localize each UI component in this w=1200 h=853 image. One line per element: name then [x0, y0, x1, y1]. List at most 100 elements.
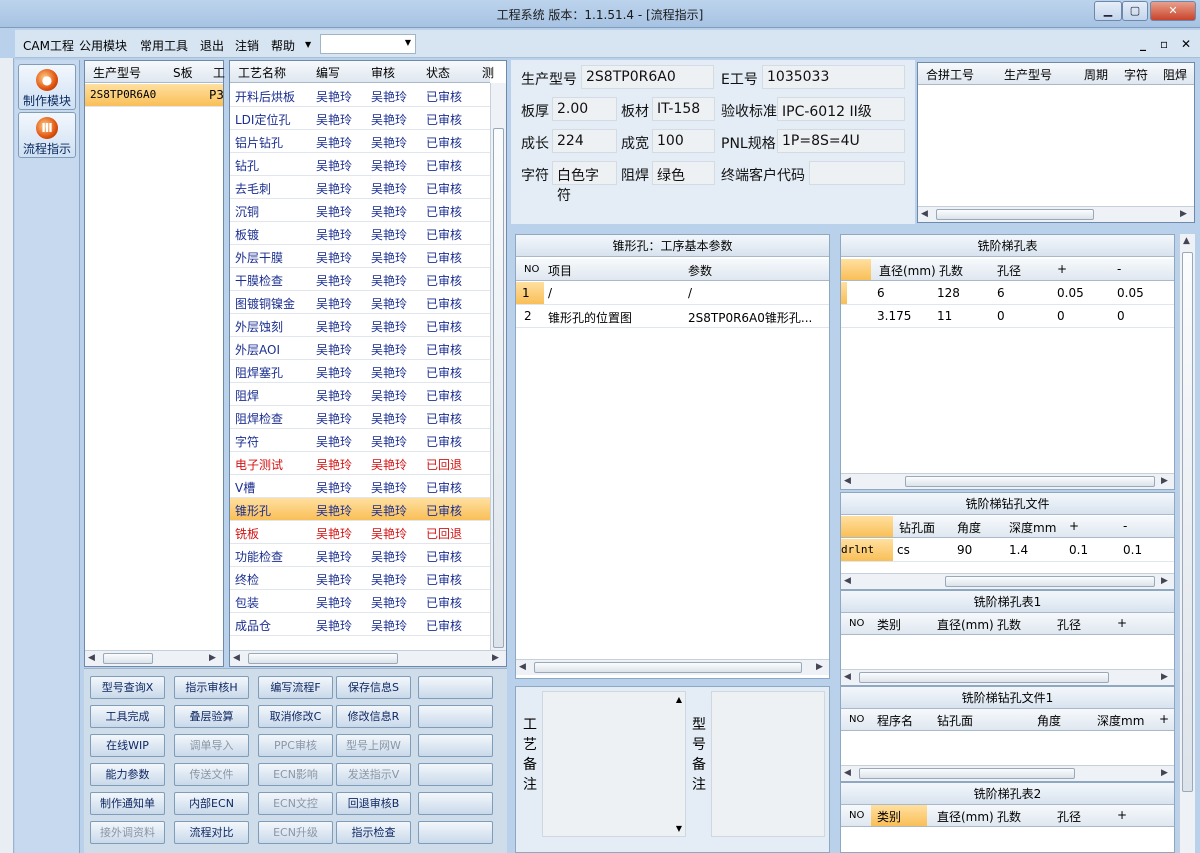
col-depth[interactable]: 深度mm: [1009, 519, 1056, 536]
scroll-thumb[interactable]: [945, 576, 1155, 587]
scroll-up-icon[interactable]: ▲: [1183, 236, 1190, 246]
scroll-left-icon[interactable]: ◀: [233, 653, 240, 663]
menu-combo-box[interactable]: ▼: [320, 34, 416, 54]
scroll-left-icon[interactable]: ◀: [519, 662, 526, 672]
action-button[interactable]: 工具完成: [90, 705, 165, 728]
table-row[interactable]: 去毛刺 吴艳玲 吴艳玲 已审核: [230, 176, 490, 199]
col-angle[interactable]: 角度: [1037, 712, 1061, 729]
col-no[interactable]: NO: [849, 618, 864, 629]
minimize-icon[interactable]: ▁: [1094, 1, 1122, 21]
standard-field[interactable]: IPC-6012 II级: [777, 97, 905, 121]
action-button[interactable]: 接外调资料: [90, 821, 165, 844]
col-plus[interactable]: +: [1117, 616, 1127, 630]
action-button[interactable]: 回退审核B: [336, 792, 411, 815]
col-diameter[interactable]: 直径(mm): [937, 616, 994, 633]
col-type[interactable]: 类别: [877, 616, 901, 633]
table-row[interactable]: 钻孔 吴艳玲 吴艳玲 已审核: [230, 153, 490, 176]
nav-process-indicator[interactable]: Ⅲ 流程指示: [18, 112, 76, 158]
table-row[interactable]: 图镀铜镍金 吴艳玲 吴艳玲 已审核: [230, 291, 490, 314]
scroll-thumb[interactable]: [905, 476, 1155, 487]
col-no[interactable]: NO: [524, 264, 539, 275]
col-drill-face[interactable]: 钻孔面: [937, 712, 973, 729]
col-minus[interactable]: -: [1117, 262, 1121, 276]
action-button[interactable]: 指示审核H: [174, 676, 249, 699]
table-row[interactable]: 6 128 6 0.05 0.05: [841, 282, 1174, 305]
action-button[interactable]: 保存信息S: [336, 676, 411, 699]
menu-exit[interactable]: 退出: [200, 37, 224, 54]
col-hole-size[interactable]: 孔径: [1057, 808, 1081, 825]
col-minus[interactable]: -: [1123, 519, 1127, 533]
col-status[interactable]: 状态: [426, 64, 450, 81]
col-hole-size[interactable]: 孔径: [997, 262, 1021, 279]
action-button[interactable]: PPC审核: [258, 734, 333, 757]
scroll-right-icon[interactable]: ▶: [1161, 768, 1168, 778]
scroll-right-icon[interactable]: ▶: [1161, 576, 1168, 586]
model-field[interactable]: 2S8TP0R6A0: [581, 65, 714, 89]
action-button[interactable]: [418, 792, 493, 815]
col-selector[interactable]: [841, 516, 893, 537]
step-hole-hscroll[interactable]: ◀ ▶: [841, 473, 1174, 489]
action-button[interactable]: 调单导入: [174, 734, 249, 757]
scroll-thumb[interactable]: [859, 768, 1075, 779]
table-row[interactable]: LDI定位孔 吴艳玲 吴艳玲 已审核: [230, 107, 490, 130]
thickness-field[interactable]: 2.00: [552, 97, 617, 121]
scroll-right-icon[interactable]: ▶: [209, 653, 216, 663]
combine-grid-hscroll[interactable]: ◀ ▶: [918, 206, 1194, 222]
action-button[interactable]: 修改信息R: [336, 705, 411, 728]
action-button[interactable]: 编写流程F: [258, 676, 333, 699]
col-type[interactable]: 类别: [871, 805, 927, 826]
col-drill-face[interactable]: 钻孔面: [899, 519, 935, 536]
scroll-right-icon[interactable]: ▶: [1161, 672, 1168, 682]
table-row[interactable]: 功能检查 吴艳玲 吴艳玲 已审核: [230, 544, 490, 567]
e-number-field[interactable]: 1035033: [762, 65, 905, 89]
scroll-down-icon[interactable]: ▼: [676, 824, 682, 833]
table-row[interactable]: 板镀 吴艳玲 吴艳玲 已审核: [230, 222, 490, 245]
table-row[interactable]: 阻焊检查 吴艳玲 吴艳玲 已审核: [230, 406, 490, 429]
table-row[interactable]: 铣板 吴艳玲 吴艳玲 已回退: [230, 521, 490, 544]
scroll-thumb[interactable]: [534, 662, 802, 673]
step-hole1-hscroll[interactable]: ◀ ▶: [841, 669, 1174, 685]
action-button[interactable]: 指示检查: [336, 821, 411, 844]
scroll-left-icon[interactable]: ◀: [844, 576, 851, 586]
scroll-thumb[interactable]: [103, 653, 153, 664]
action-button[interactable]: [418, 734, 493, 757]
col-cycle[interactable]: 周期: [1084, 66, 1108, 83]
action-button[interactable]: ECN影响: [258, 763, 333, 786]
material-field[interactable]: IT-158: [652, 97, 715, 121]
step-drill1-hscroll[interactable]: ◀ ▶: [841, 765, 1174, 781]
table-row[interactable]: 开料后烘板 吴艳玲 吴艳玲 已审核: [230, 84, 490, 107]
process-grid-vscroll[interactable]: [490, 83, 506, 650]
customer-field[interactable]: [809, 161, 905, 185]
col-selector[interactable]: [841, 259, 871, 280]
width-field[interactable]: 100: [652, 129, 715, 153]
action-button[interactable]: 型号上网W: [336, 734, 411, 757]
mdi-restore-icon[interactable]: ▫: [1160, 37, 1168, 51]
col-writer[interactable]: 编写: [316, 64, 340, 81]
col-no[interactable]: NO: [849, 714, 864, 725]
model-grid-hscroll[interactable]: ◀ ▶: [85, 650, 223, 666]
action-button[interactable]: 内部ECN: [174, 792, 249, 815]
action-button[interactable]: 型号查询X: [90, 676, 165, 699]
table-row[interactable]: 外层蚀刻 吴艳玲 吴艳玲 已审核: [230, 314, 490, 337]
col-program-name[interactable]: 程序名: [877, 712, 913, 729]
model-remark-field[interactable]: [711, 691, 825, 837]
col-combine-model[interactable]: 生产型号: [1004, 66, 1052, 83]
action-button[interactable]: 叠层验算: [174, 705, 249, 728]
mdi-close-icon[interactable]: ✕: [1181, 37, 1191, 51]
col-work[interactable]: 工: [213, 64, 225, 81]
col-combine-no[interactable]: 合拼工号: [926, 66, 974, 83]
mask-field[interactable]: 绿色: [652, 161, 715, 185]
table-row[interactable]: 沉铜 吴艳玲 吴艳玲 已审核: [230, 199, 490, 222]
action-button[interactable]: 发送指示V: [336, 763, 411, 786]
col-item[interactable]: 项目: [548, 262, 572, 279]
scroll-thumb[interactable]: [936, 209, 1094, 220]
col-hole-count[interactable]: 孔数: [939, 262, 963, 279]
action-button[interactable]: ECN文控: [258, 792, 333, 815]
help-dropdown-icon[interactable]: ▼: [305, 40, 311, 49]
col-reviewer[interactable]: 审核: [371, 64, 395, 81]
char-field[interactable]: 白色字符: [552, 161, 617, 204]
right-panel-vscroll[interactable]: ▲: [1179, 234, 1195, 853]
col-mask[interactable]: 阻焊: [1163, 66, 1187, 83]
table-row[interactable]: 1 / /: [516, 282, 829, 305]
col-hole-size[interactable]: 孔径: [1057, 616, 1081, 633]
